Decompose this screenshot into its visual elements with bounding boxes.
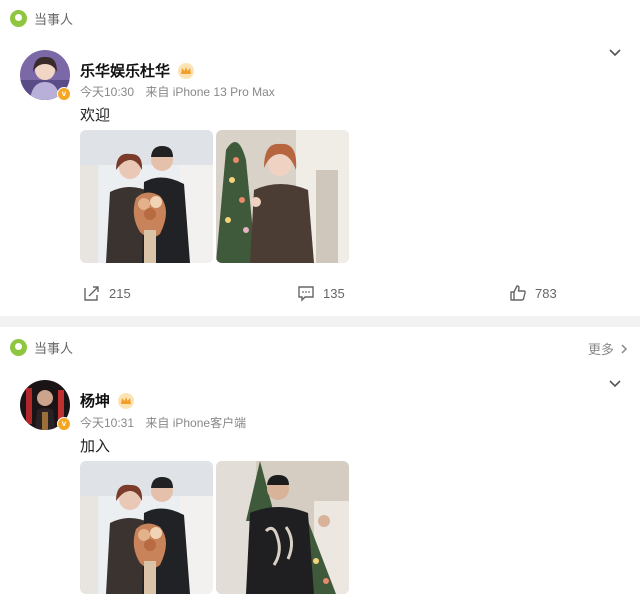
- post-source: 来自 iPhone客户端: [145, 416, 247, 430]
- like-count: 783: [535, 285, 557, 301]
- repost-icon: [84, 286, 99, 301]
- post-card-1: 当事人 v 乐华娱乐杜华 今天10:30 来自 iPhone 13 Pro Ma…: [0, 0, 640, 316]
- like-icon: [510, 285, 526, 301]
- verified-badge-icon: v: [57, 417, 71, 431]
- post-source: 来自 iPhone 13 Pro Max: [145, 85, 275, 99]
- location-pin-icon: [10, 338, 27, 356]
- post-text: 欢迎: [80, 107, 111, 124]
- crown-icon: [118, 392, 135, 409]
- chevron-down-icon[interactable]: [608, 377, 622, 391]
- user-name-row[interactable]: 乐华娱乐杜华: [80, 60, 195, 81]
- repost-button[interactable]: 215: [83, 284, 131, 302]
- post-image-1[interactable]: [80, 130, 213, 263]
- party-label: 当事人: [34, 340, 74, 356]
- post-text: 加入: [80, 438, 111, 455]
- comment-count: 135: [323, 285, 345, 301]
- user-name[interactable]: 杨坤: [80, 390, 110, 411]
- chevron-right-icon: [621, 343, 628, 354]
- post-image-1[interactable]: [80, 461, 213, 594]
- user-name[interactable]: 乐华娱乐杜华: [80, 60, 170, 81]
- post-meta: 今天10:31 来自 iPhone客户端: [80, 414, 254, 431]
- post-time[interactable]: 今天10:31: [80, 416, 134, 430]
- post-time[interactable]: 今天10:30: [80, 85, 134, 99]
- comment-icon: [298, 286, 314, 302]
- user-name-row[interactable]: 杨坤: [80, 390, 135, 411]
- more-link[interactable]: 更多: [588, 339, 628, 358]
- post-card-2: 当事人 更多 v 杨坤 今天10:31 来自 iPhone客户端 加入: [0, 327, 640, 613]
- verified-badge-icon: v: [57, 87, 71, 101]
- post-image-2[interactable]: [216, 130, 349, 263]
- card-divider: [0, 316, 640, 327]
- party-label-row: 当事人: [10, 8, 73, 28]
- action-bar: 215 135 783: [0, 284, 640, 308]
- post-meta: 今天10:30 来自 iPhone 13 Pro Max: [80, 83, 283, 100]
- like-button[interactable]: 783: [509, 284, 557, 302]
- crown-icon: [178, 62, 195, 79]
- location-pin-icon: [10, 9, 27, 27]
- comment-button[interactable]: 135: [297, 284, 345, 302]
- repost-count: 215: [109, 285, 131, 301]
- chevron-down-icon[interactable]: [608, 46, 622, 60]
- more-label[interactable]: 更多: [588, 339, 614, 358]
- post-image-2[interactable]: [216, 461, 349, 594]
- party-label: 当事人: [34, 11, 74, 27]
- party-label-row: 当事人: [10, 337, 73, 357]
